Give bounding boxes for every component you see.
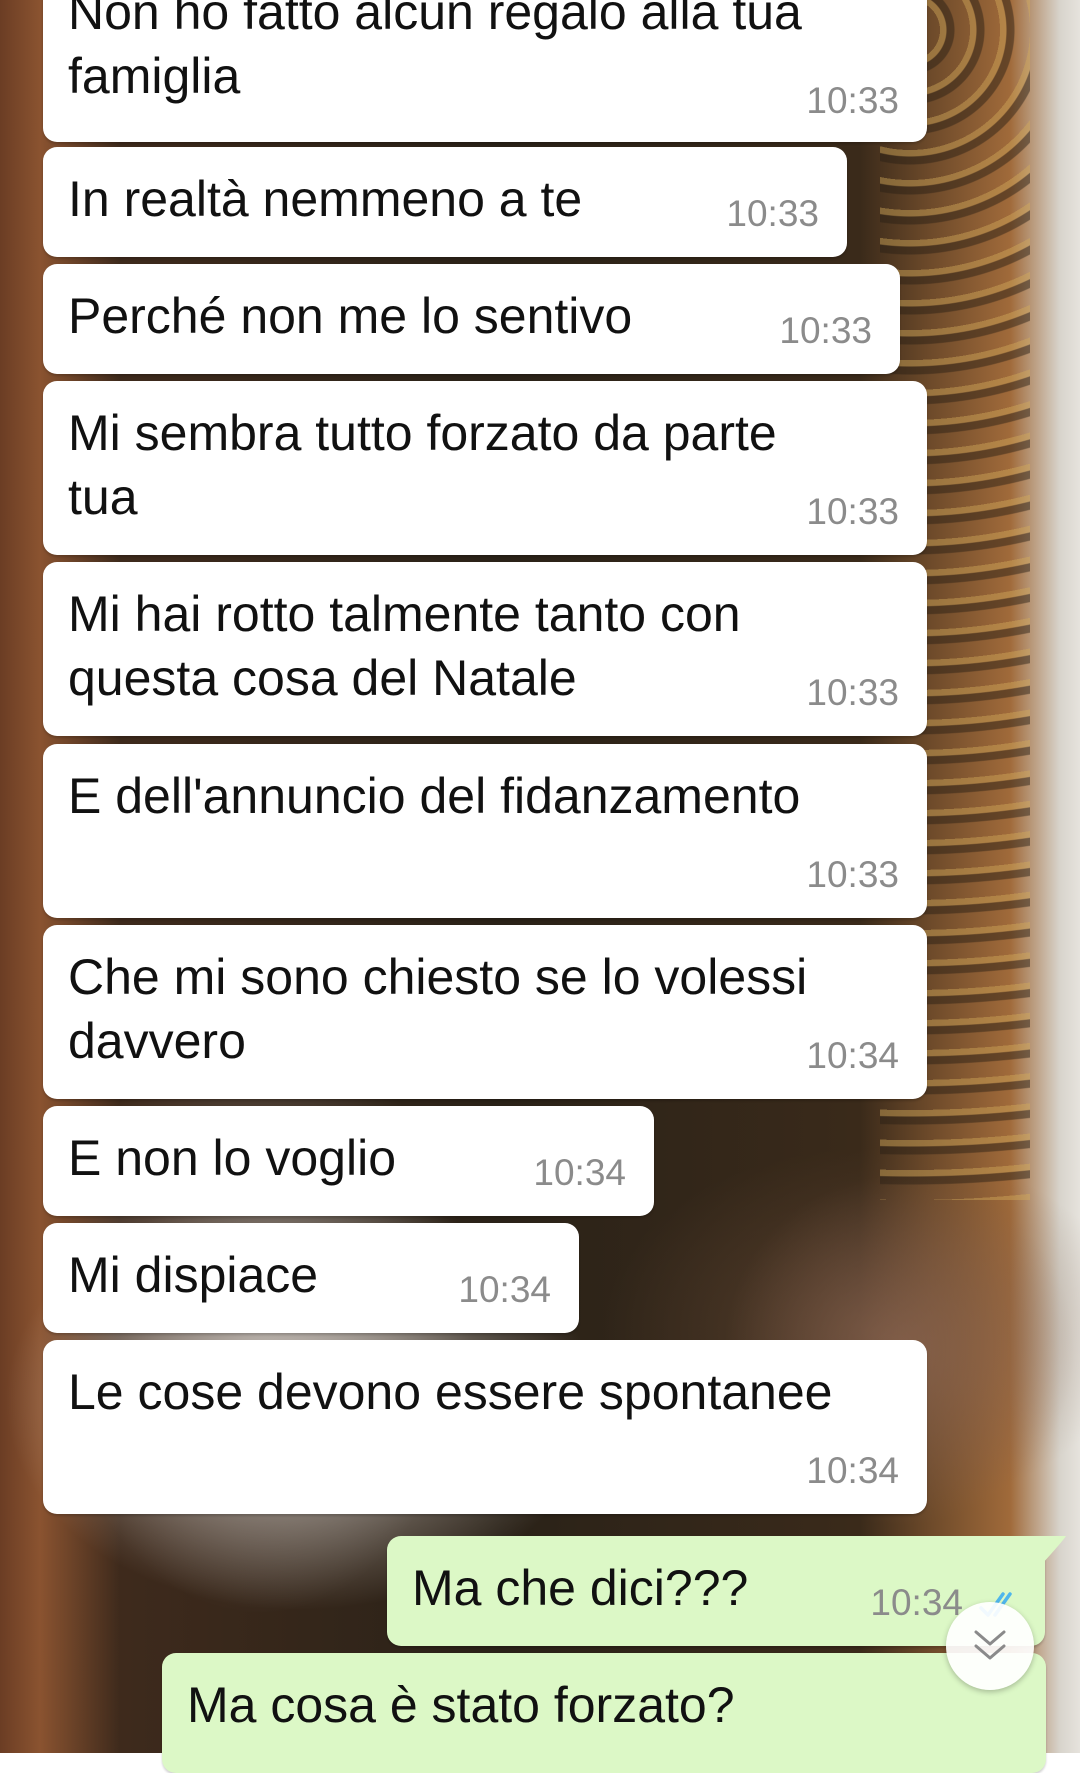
double-chevron-down-icon (974, 1630, 1006, 1660)
message-text-line: E non lo voglio (68, 1130, 397, 1186)
bubble-tail (1028, 1536, 1066, 1564)
message-time: 10:33 (779, 310, 872, 351)
message-time: 10:33 (726, 193, 819, 234)
incoming-message[interactable]: Perché non me lo sentivo 10:33 (43, 264, 900, 374)
message-time: 10:33 (806, 80, 899, 121)
message-text: E non lo voglio (68, 1126, 396, 1190)
incoming-message[interactable]: E non lo voglio 10:34 (43, 1106, 654, 1216)
incoming-message[interactable]: E dell'annuncio del fidanzamento 10:33 (43, 744, 927, 918)
message-text-line: In realtà nemmeno a te (68, 171, 583, 227)
message-text: Perché non me lo sentivo (68, 284, 632, 348)
outgoing-message[interactable]: Ma cosa è stato forzato? (162, 1653, 1046, 1773)
message-text: Mi dispiace (68, 1243, 318, 1307)
incoming-message[interactable]: Non ho fatto alcun regalo alla tua famig… (43, 0, 927, 142)
message-text-line: questa cosa del Natale (68, 650, 577, 706)
message-text: E dell'annuncio del fidanzamento (68, 764, 800, 828)
message-text-line: Che mi sono chiesto se lo volessi (68, 949, 808, 1005)
incoming-message[interactable]: Mi dispiace 10:34 (43, 1223, 579, 1333)
message-time: 10:33 (806, 672, 899, 713)
message-text-line: davvero (68, 1013, 246, 1069)
message-text-line: Perché non me lo sentivo (68, 288, 633, 344)
incoming-message[interactable]: Mi hai rotto talmente tanto con questa c… (43, 562, 927, 736)
message-text-line: famiglia (68, 48, 241, 104)
scroll-to-bottom-button[interactable] (946, 1602, 1034, 1690)
incoming-message[interactable]: Che mi sono chiesto se lo volessi davver… (43, 925, 927, 1099)
message-text: Mi hai rotto talmente tanto con questa c… (68, 582, 741, 710)
message-time: 10:34 (458, 1269, 551, 1310)
message-text-line: Le cose devono essere spontanee (68, 1364, 833, 1420)
incoming-message[interactable]: Mi sembra tutto forzato da parte tua 10:… (43, 381, 927, 555)
message-text-line: Ma che dici??? (412, 1560, 749, 1616)
message-text: Ma cosa è stato forzato? (187, 1673, 735, 1737)
message-text-line: tua (68, 469, 138, 525)
message-text: Non ho fatto alcun regalo alla tua famig… (68, 0, 802, 108)
message-text: Le cose devono essere spontanee (68, 1360, 832, 1424)
message-text-line: Mi dispiace (68, 1247, 319, 1303)
message-time: 10:33 (806, 491, 899, 532)
message-time: 10:34 (870, 1582, 963, 1623)
message-text-line: Ma cosa è stato forzato? (187, 1677, 735, 1733)
message-time: 10:34 (806, 1450, 899, 1491)
message-text-line: Non ho fatto alcun regalo alla tua (68, 0, 802, 40)
message-time: 10:33 (806, 854, 899, 895)
message-list[interactable]: Non ho fatto alcun regalo alla tua famig… (0, 0, 1080, 1773)
incoming-message[interactable]: Le cose devono essere spontanee 10:34 (43, 1340, 927, 1514)
incoming-message[interactable]: In realtà nemmeno a te 10:33 (43, 147, 847, 257)
message-time: 10:34 (533, 1152, 626, 1193)
message-text-line: Mi hai rotto talmente tanto con (68, 586, 741, 642)
message-text: Che mi sono chiesto se lo volessi davver… (68, 945, 807, 1073)
message-time: 10:34 (806, 1035, 899, 1076)
message-text: Mi sembra tutto forzato da parte tua (68, 401, 777, 529)
message-text-line: Mi sembra tutto forzato da parte (68, 405, 777, 461)
outgoing-message[interactable]: Ma che dici??? 10:34 (387, 1536, 1045, 1646)
message-text: Ma che dici??? (412, 1556, 748, 1620)
message-text-line: E dell'annuncio del fidanzamento (68, 768, 801, 824)
message-text: In realtà nemmeno a te (68, 167, 582, 231)
